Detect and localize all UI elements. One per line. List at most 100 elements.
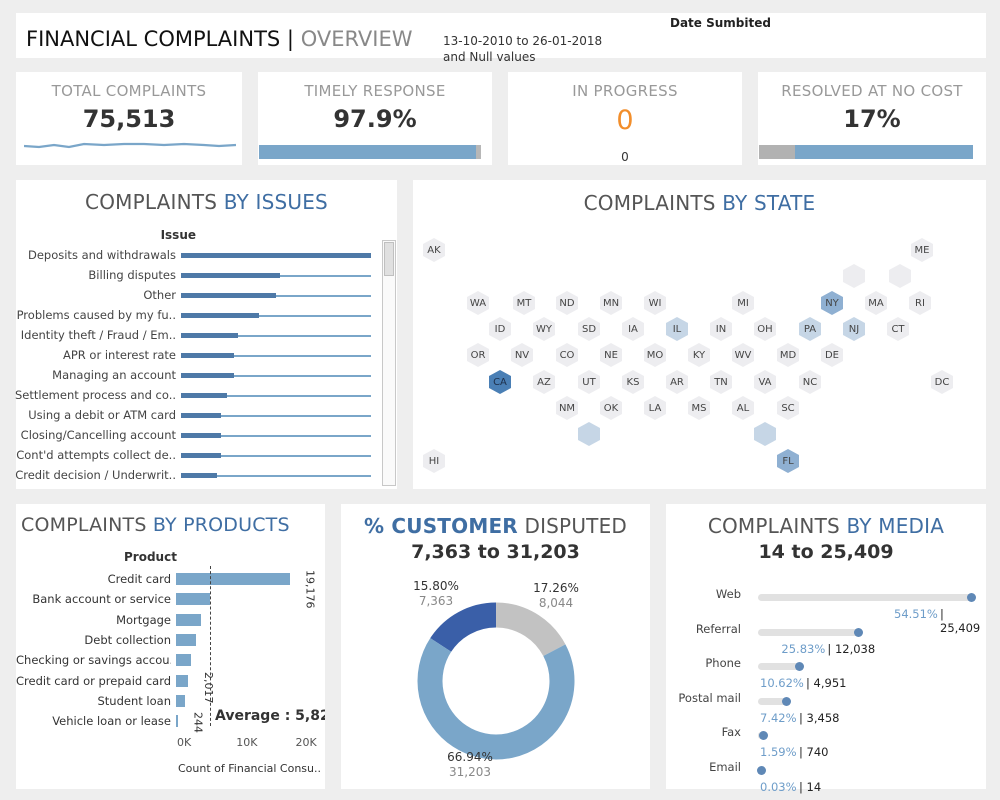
issue-row[interactable]: Deposits and withdrawals [16,246,386,266]
state-hex-sc[interactable]: SC [777,396,799,420]
dashboard-header: FINANCIAL COMPLAINTS | OVERVIEW 13-10-20… [16,13,986,64]
state-hex-ks[interactable]: KS [622,370,644,394]
issue-row[interactable]: Managing an account [16,366,386,386]
issue-row[interactable]: Problems caused by my fu.. [16,306,386,326]
media-row[interactable]: Postal mail 7.42% | 3,458 [666,691,986,725]
state-hex-mt[interactable]: MT [513,291,535,315]
state-hex-mn[interactable]: MN [600,291,622,315]
state-hex-wa[interactable]: WA [467,291,489,315]
issue-row[interactable]: Settlement process and co.. [15,386,386,406]
product-bar [176,654,192,667]
state-hex-ky[interactable]: KY [688,343,710,367]
state-hex-ne[interactable]: NE [600,343,622,367]
state-hex-wi[interactable]: WI [644,291,666,315]
product-row[interactable]: Credit card 19,176 [16,570,326,609]
state-hex-nv[interactable]: NV [511,343,533,367]
issue-row[interactable]: Credit decision / Underwrit.. [15,466,386,486]
product-row[interactable]: Checking or savings accou.. [16,651,326,671]
product-row[interactable]: Credit card or prepaid card 2,017 [16,672,326,704]
kpi-value: 0 [616,105,634,136]
issue-row[interactable]: Other [16,286,386,306]
product-label: Student loan [97,693,172,708]
state-hex-unlabeled[interactable] [843,264,865,288]
issue-row[interactable]: APR or interest rate [16,346,386,366]
state-hex-pa[interactable]: PA [799,317,821,341]
issue-row[interactable]: Using a debit or ATM card [16,406,386,426]
state-hex-al[interactable]: AL [732,396,754,420]
media-range: 14 to 25,409 [758,541,894,563]
state-hex-unlabeled[interactable] [889,264,911,288]
state-hex-ct[interactable]: CT [887,317,909,341]
state-hex-ri[interactable]: RI [909,291,931,315]
product-row[interactable]: Debt collection [16,631,326,651]
state-hex-nd[interactable]: ND [556,291,578,315]
state-hex-tn[interactable]: TN [710,370,732,394]
state-hex-wy[interactable]: WY [533,317,555,341]
state-hex-fl[interactable]: FL [777,449,799,473]
state-hex-nm[interactable]: NM [556,396,578,420]
state-hex-ms[interactable]: MS [688,396,710,420]
issue-row[interactable]: Identity theft / Fraud / Em.. [16,326,386,346]
state-hex-or[interactable]: OR [467,343,489,367]
state-hex-hi[interactable]: HI [423,449,445,473]
state-hex-ut[interactable]: UT [578,370,600,394]
state-hex-oh[interactable]: OH [754,317,776,341]
issue-row[interactable]: Cont'd attempts collect de.. [16,446,386,466]
state-hex-la[interactable]: LA [644,396,666,420]
state-hex-md[interactable]: MD [777,343,799,367]
date-filter-value[interactable]: 13-10-2010 to 26-01-2018 and Null values [443,33,602,65]
kpi-total-complaints[interactable]: TOTAL COMPLAINTS 75,513 [16,72,242,165]
product-bar [176,674,188,687]
issue-row[interactable]: Closing/Cancelling account [16,426,386,446]
state-hex-nj[interactable]: NJ [843,317,865,341]
product-row[interactable]: Mortgage [16,611,326,631]
product-label: Debt collection [84,632,171,647]
kpi-resolved-no-cost[interactable]: RESOLVED AT NO COST 17% [758,72,986,165]
media-bar-track [758,663,800,670]
state-hex-va[interactable]: VA [754,370,776,394]
state-hex-mi[interactable]: MI [732,291,754,315]
state-hex-me[interactable]: ME [911,238,933,262]
state-hex-ma[interactable]: MA [865,291,887,315]
kpi-timely-response[interactable]: TIMELY RESPONSE 97.9% [258,72,492,165]
state-hex-nc[interactable]: NC [799,370,821,394]
title-part: COMPLAINTS [707,514,847,538]
title-part-accent: % CUSTOMER [363,514,518,538]
state-hex-unlabeled[interactable] [754,422,776,446]
state-hex-unlabeled[interactable] [578,422,600,446]
state-hex-mo[interactable]: MO [644,343,666,367]
issue-bar [181,453,221,458]
state-hex-az[interactable]: AZ [533,370,555,394]
scroll-thumb[interactable] [384,242,394,276]
state-hex-dc[interactable]: DC [931,370,953,394]
issue-column-header: Issue [160,228,196,242]
state-hex-il[interactable]: IL [666,317,688,341]
state-hex-wv[interactable]: WV [732,343,754,367]
state-hex-sd[interactable]: SD [578,317,600,341]
state-hex-ca[interactable]: CA [489,370,511,394]
kpi-in-progress[interactable]: IN PROGRESS 0 0 [508,72,742,165]
issue-row[interactable]: Billing disputes [16,266,386,286]
state-hex-ok[interactable]: OK [600,396,622,420]
state-hex-ar[interactable]: AR [666,370,688,394]
timely-bar-track [259,145,481,159]
media-row[interactable]: Fax 1.59% | 740 [666,725,986,759]
media-row[interactable]: Phone 10.62% | 4,951 [666,656,986,690]
state-hex-co[interactable]: CO [556,343,578,367]
issues-scrollbar[interactable] [382,240,396,486]
state-hex-de[interactable]: DE [821,343,843,367]
state-hex-ny[interactable]: NY [821,291,843,315]
state-hex-ak[interactable]: AK [423,238,445,262]
state-hex-ia[interactable]: IA [622,317,644,341]
media-row[interactable]: Email 0.03% | 14 [666,760,986,794]
issue-bar [181,433,221,438]
media-label: Phone [705,656,741,670]
state-hex-in[interactable]: IN [710,317,732,341]
product-row[interactable]: Bank account or service [16,590,326,610]
media-count: | 740 [799,745,829,759]
title-sub: OVERVIEW [300,27,413,51]
issue-label: Cont'd attempts collect de.. [16,448,176,462]
media-row[interactable]: Web 54.51% | 25,409 [666,587,986,635]
media-row[interactable]: Referral 25.83% | 12,038 [666,622,986,656]
state-hex-id[interactable]: ID [489,317,511,341]
